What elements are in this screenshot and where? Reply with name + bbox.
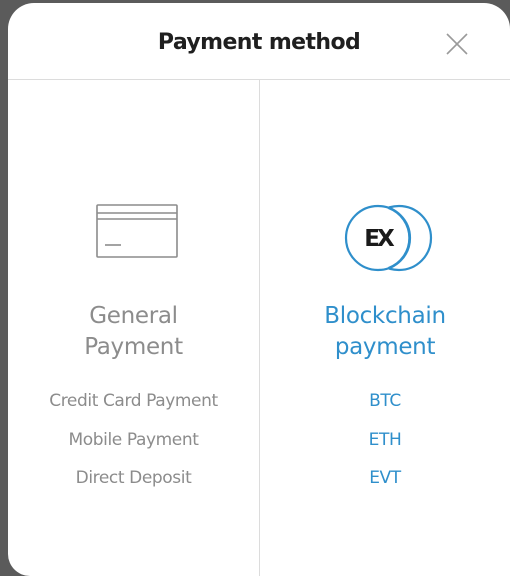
dialog-header: Payment method [8,3,510,80]
method-direct-deposit: Direct Deposit [75,468,192,488]
close-icon [446,33,468,55]
blockchain-title-line1: Blockchain [324,303,446,329]
general-payment-option[interactable]: General Payment Credit Card Payment Mobi… [8,80,259,576]
payment-method-dialog: Payment method General Payment Credit Ca… [8,3,510,576]
blockchain-payment-title: Blockchain payment [260,301,510,363]
method-mobile: Mobile Payment [68,429,199,450]
dialog-title: Payment method [157,30,361,55]
method-btc: BTC [369,391,401,411]
general-payment-title: General Payment [8,301,259,363]
method-evt: EVT [369,468,401,488]
blockchain-payment-methods: BTC ETH EVT [260,387,510,503]
general-title-line1: General [89,303,178,329]
credit-card-icon [96,204,178,258]
general-title-line2: Payment [84,334,183,360]
blockchain-payment-option[interactable]: EX Blockchain payment BTC ETH EVT [260,80,510,576]
method-credit-card: Credit Card Payment [49,391,218,411]
ex-logo-text: EX [364,226,395,252]
general-payment-methods: Credit Card Payment Mobile Payment Direc… [8,387,259,503]
blockchain-title-line2: payment [334,334,436,360]
ex-logo-icon: EX [344,204,433,272]
close-button[interactable] [444,31,470,57]
method-eth: ETH [368,429,402,450]
